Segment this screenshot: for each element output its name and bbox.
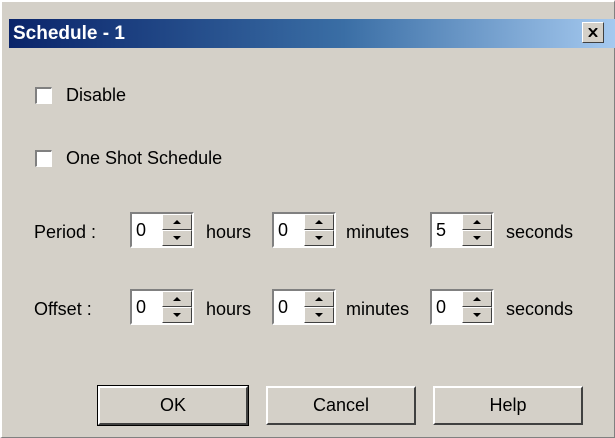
close-button[interactable]: [582, 22, 604, 43]
period-hours-spinner[interactable]: 0: [130, 212, 194, 248]
offset-minutes-up-button[interactable]: [304, 291, 334, 307]
one-shot-checkbox[interactable]: [35, 150, 52, 167]
offset-hours-value[interactable]: 0: [136, 297, 146, 318]
down-arrow-icon: [173, 313, 181, 317]
offset-hours-unit: hours: [206, 299, 252, 319]
period-seconds-unit: seconds: [506, 222, 574, 242]
period-seconds-up-button[interactable]: [462, 214, 492, 230]
period-hours-unit: hours: [206, 222, 252, 242]
disable-label: Disable: [66, 85, 127, 105]
one-shot-label: One Shot Schedule: [66, 148, 223, 168]
offset-hours-spinner[interactable]: 0: [130, 289, 194, 325]
help-button[interactable]: Help: [433, 386, 583, 425]
period-minutes-up-button[interactable]: [304, 214, 334, 230]
up-arrow-icon: [173, 297, 181, 301]
period-hours-down-button[interactable]: [162, 230, 192, 246]
period-minutes-unit: minutes: [346, 222, 410, 242]
period-hours-up-button[interactable]: [162, 214, 192, 230]
period-seconds-down-button[interactable]: [462, 230, 492, 246]
up-arrow-icon: [173, 220, 181, 224]
period-minutes-value[interactable]: 0: [278, 220, 288, 241]
close-icon: [588, 28, 598, 37]
schedule-dialog: Schedule - 1 Disable One Shot Schedule P…: [0, 0, 615, 438]
offset-seconds-unit: seconds: [506, 299, 574, 319]
disable-option[interactable]: Disable: [35, 85, 126, 106]
up-arrow-icon: [473, 297, 481, 301]
offset-minutes-unit: minutes: [346, 299, 410, 319]
one-shot-option[interactable]: One Shot Schedule: [35, 148, 222, 169]
down-arrow-icon: [473, 313, 481, 317]
period-hours-value[interactable]: 0: [136, 220, 146, 241]
period-seconds-spinner[interactable]: 5: [430, 212, 494, 248]
cancel-button[interactable]: Cancel: [266, 386, 416, 425]
offset-hours-up-button[interactable]: [162, 291, 192, 307]
offset-minutes-spinner[interactable]: 0: [272, 289, 336, 325]
up-arrow-icon: [315, 297, 323, 301]
disable-checkbox[interactable]: [35, 87, 52, 104]
period-minutes-down-button[interactable]: [304, 230, 334, 246]
title-bar[interactable]: Schedule - 1: [9, 19, 615, 48]
ok-button[interactable]: OK: [97, 385, 249, 426]
down-arrow-icon: [315, 313, 323, 317]
period-seconds-value[interactable]: 5: [436, 220, 446, 241]
period-minutes-spinner[interactable]: 0: [272, 212, 336, 248]
up-arrow-icon: [473, 220, 481, 224]
up-arrow-icon: [315, 220, 323, 224]
down-arrow-icon: [473, 236, 481, 240]
offset-seconds-up-button[interactable]: [462, 291, 492, 307]
offset-minutes-down-button[interactable]: [304, 307, 334, 323]
offset-minutes-value[interactable]: 0: [278, 297, 288, 318]
offset-seconds-spinner[interactable]: 0: [430, 289, 494, 325]
offset-seconds-down-button[interactable]: [462, 307, 492, 323]
offset-seconds-value[interactable]: 0: [436, 297, 446, 318]
offset-label: Offset :: [34, 299, 92, 319]
window-title: Schedule - 1: [13, 23, 125, 44]
period-label: Period :: [34, 222, 97, 242]
down-arrow-icon: [315, 236, 323, 240]
offset-hours-down-button[interactable]: [162, 307, 192, 323]
down-arrow-icon: [173, 236, 181, 240]
